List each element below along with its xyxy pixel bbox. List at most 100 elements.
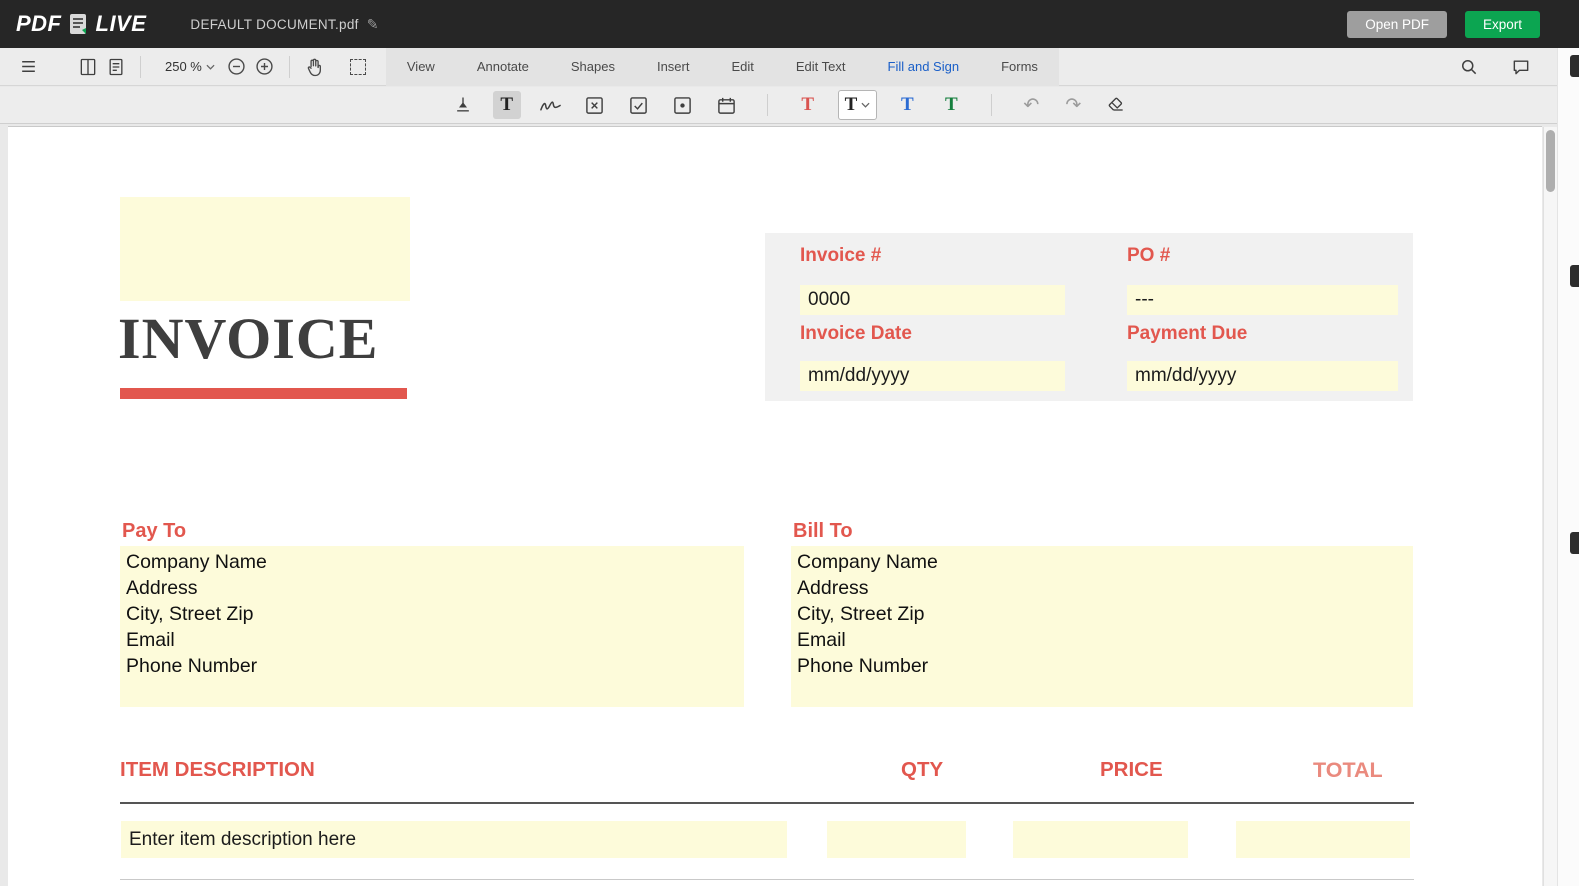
text-color-red-button[interactable]: T [794,91,822,119]
bill-to-line: Email [797,629,846,651]
signature-stamp-icon [456,97,469,112]
tab-edit-text[interactable]: Edit Text [775,48,867,86]
tab-shapes[interactable]: Shapes [550,48,636,86]
column-header-total: TOTAL [1313,758,1383,782]
pdf-document-logo-icon [69,14,86,34]
chevron-down-icon [861,102,870,108]
comment-bubble-icon [1513,59,1529,74]
pan-tool-button[interactable] [300,53,328,81]
text-color-current: T [844,94,858,115]
eraser-button[interactable] [1102,91,1130,119]
invoice-header-panel: Invoice # 0000 Invoice Date mm/dd/yyyy P… [765,233,1413,401]
marquee-select-icon [349,58,366,75]
topbar-actions: Open PDF Export [1347,10,1579,38]
mode-tabs: View Annotate Shapes Insert Edit Edit Te… [385,47,1059,86]
undo-button[interactable]: ↶ [1018,94,1044,117]
check-box-icon [630,96,647,114]
tab-forms[interactable]: Forms [980,48,1059,86]
side-panel-handle-middle[interactable] [1570,265,1579,287]
payment-due-label: Payment Due [1127,323,1248,344]
cross-mark-tool-button[interactable] [581,91,609,119]
zoom-level-dropdown[interactable]: 250 % [165,59,215,74]
pay-to-line: Address [126,577,198,599]
hand-icon [307,58,321,76]
signature-stamp-button[interactable] [449,91,477,119]
search-icon [1462,59,1477,74]
side-panel-handle-top[interactable] [1570,55,1579,77]
payment-due-field[interactable]: mm/dd/yyyy [1127,361,1398,391]
zoom-level-value: 250 % [165,59,202,74]
item-qty-field[interactable] [827,821,966,858]
pay-to-line: Email [126,629,175,651]
invoice-number-label: Invoice # [800,245,882,266]
document-title[interactable]: DEFAULT DOCUMENT.pdf [190,17,358,32]
calendar-icon [718,97,735,114]
item-description-field[interactable]: Enter item description here [121,821,787,858]
invoice-date-field[interactable]: mm/dd/yyyy [800,361,1065,391]
page-scroll-icon [109,58,123,75]
vertical-scrollbar[interactable] [1543,127,1557,886]
chevron-down-icon [206,64,215,70]
text-color-green-button[interactable]: T [937,91,965,119]
toolbar-right-icons [1455,53,1565,81]
redo-button[interactable]: ↷ [1060,94,1086,117]
tab-insert[interactable]: Insert [636,48,711,86]
logo-text-live: LIVE [95,11,147,36]
item-price-field[interactable] [1013,821,1188,858]
pay-to-label: Pay To [122,520,187,542]
zoom-out-button[interactable] [223,53,251,81]
dot-mark-tool-button[interactable] [669,91,697,119]
po-number-field[interactable]: --- [1127,285,1398,315]
document-title-bar: DEFAULT DOCUMENT.pdf ✎ [190,16,378,33]
table-header-divider [120,802,1414,804]
zoom-out-icon [228,58,246,75]
invoice-logo-placeholder-field[interactable] [120,197,410,301]
text-color-picker-button[interactable]: T [837,90,878,120]
pay-to-field[interactable]: Company Name Address City, Street Zip Em… [120,546,744,707]
pdf-page-canvas[interactable]: INVOICE Invoice # 0000 Invoice Date mm/d… [8,126,1542,886]
pay-to-line: City, Street Zip [126,603,254,625]
check-mark-tool-button[interactable] [625,91,653,119]
marquee-select-button[interactable] [344,53,372,81]
vertical-scrollbar-thumb[interactable] [1546,130,1555,192]
tab-fill-and-sign[interactable]: Fill and Sign [867,48,981,86]
date-tool-button[interactable] [713,91,741,119]
search-button[interactable] [1455,53,1483,81]
rename-pencil-icon[interactable]: ✎ [367,16,379,33]
page-scroll-button[interactable] [102,53,130,81]
zoom-in-button[interactable] [251,53,279,81]
invoice-title-underline [120,388,407,399]
tab-annotate[interactable]: Annotate [456,48,550,86]
bill-to-label: Bill To [793,520,853,542]
add-text-tool-button[interactable]: T [492,91,521,119]
tab-edit[interactable]: Edit [710,48,774,86]
page-view-icon [80,58,96,75]
page-view-button[interactable] [74,53,102,81]
export-button[interactable]: Export [1464,10,1540,38]
bill-to-line: City, Street Zip [797,603,925,625]
column-header-item-description: ITEM DESCRIPTION [120,758,315,781]
side-panel-handle-bottom[interactable] [1570,532,1579,554]
pay-to-line: Company Name [126,551,267,573]
logo-text-pdf: PDF [16,11,62,36]
invoice-number-field[interactable]: 0000 [800,285,1065,315]
signature-squiggle-icon [540,101,562,111]
comments-button[interactable] [1507,53,1535,81]
tab-view[interactable]: View [386,48,456,86]
column-header-qty: QTY [901,758,944,781]
hamburger-icon [21,60,35,73]
open-pdf-button[interactable]: Open PDF [1347,10,1447,38]
column-header-price: PRICE [1100,758,1163,781]
invoice-date-label: Invoice Date [800,323,912,344]
bill-to-line: Company Name [797,551,938,573]
bill-to-line: Address [797,577,869,599]
text-color-blue-button[interactable]: T [893,91,921,119]
right-panel-strip [1557,48,1579,886]
bill-to-field[interactable]: Company Name Address City, Street Zip Em… [791,546,1413,707]
item-total-field[interactable] [1236,821,1410,858]
menu-button[interactable] [14,53,42,81]
dot-box-icon [674,96,691,114]
pdf-live-logo: PDF LIVE [16,11,146,37]
signature-draw-button[interactable] [537,91,565,119]
po-number-label: PO # [1127,245,1171,266]
